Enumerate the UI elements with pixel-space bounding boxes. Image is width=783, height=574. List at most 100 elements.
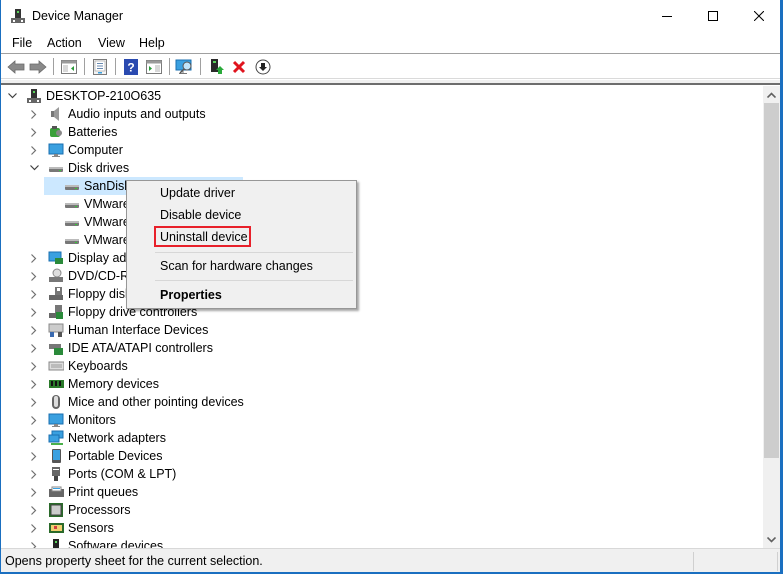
chevron-right-icon[interactable] [28, 141, 40, 159]
menu-file[interactable]: File [12, 36, 32, 50]
chevron-right-icon[interactable] [28, 303, 40, 321]
scroll-down-button[interactable] [763, 531, 780, 548]
chevron-right-icon[interactable] [28, 375, 40, 393]
disk-drive-icon [64, 232, 80, 248]
toolbar-separator [84, 58, 85, 75]
close-button[interactable] [736, 0, 782, 32]
tree-item-label: VMware [84, 215, 130, 229]
chevron-right-icon[interactable] [28, 411, 40, 429]
chevron-right-icon[interactable] [28, 465, 40, 483]
close-icon [754, 11, 764, 21]
chevron-right-icon[interactable] [28, 519, 40, 537]
tree-category[interactable]: Processors [28, 501, 131, 519]
disk-drive-icon [48, 160, 64, 176]
chevron-right-icon[interactable] [28, 267, 40, 285]
mouse-icon [48, 394, 64, 410]
chevron-right-icon[interactable] [28, 501, 40, 519]
context-menu-update-driver[interactable]: Update driver [160, 184, 235, 202]
tree-device[interactable]: VMware [44, 195, 130, 213]
disk-drive-icon [64, 214, 80, 230]
context-menu-disable-device[interactable]: Disable device [160, 206, 241, 224]
tree-category[interactable]: Print queues [28, 483, 138, 501]
back-button[interactable] [6, 57, 26, 77]
chevron-down-icon[interactable] [28, 159, 40, 177]
vertical-scrollbar[interactable] [763, 86, 780, 548]
toolbar-separator [200, 58, 201, 75]
chevron-right-icon[interactable] [28, 357, 40, 375]
tree-item-label: Print queues [68, 485, 139, 499]
tree-category[interactable]: Human Interface Devices [28, 321, 208, 339]
chevron-right-icon[interactable] [28, 447, 40, 465]
maximize-button[interactable] [690, 0, 736, 32]
forward-button[interactable] [28, 57, 48, 77]
status-bar: Opens property sheet for the current sel… [1, 548, 780, 572]
menu-action[interactable]: Action [47, 36, 82, 50]
disable-device-button[interactable] [253, 57, 273, 77]
software-device-icon [48, 538, 64, 548]
update-driver-button[interactable] [207, 57, 227, 77]
context-menu-scan-hardware[interactable]: Scan for hardware changes [160, 257, 313, 275]
show-hide-console-tree-button[interactable] [59, 57, 79, 77]
chevron-right-icon[interactable] [28, 123, 40, 141]
tree-item-label: Batteries [68, 125, 118, 139]
menu-view[interactable]: View [98, 36, 125, 50]
chevron-right-icon[interactable] [28, 393, 40, 411]
scan-hardware-changes-button[interactable] [175, 57, 195, 77]
chevron-right-icon[interactable] [28, 537, 40, 548]
scroll-up-button[interactable] [763, 86, 780, 103]
tree-item-label: Sensors [68, 521, 114, 535]
show-hide-action-pane-button[interactable] [144, 57, 164, 77]
tree-device[interactable]: VMware [44, 213, 130, 231]
tree-category[interactable]: Mice and other pointing devices [28, 393, 244, 411]
console-tree-icon [61, 60, 77, 74]
forward-arrow-icon [29, 60, 47, 74]
chevron-right-icon[interactable] [28, 321, 40, 339]
tree-category[interactable]: IDE ATA/ATAPI controllers [28, 339, 213, 357]
tree-category[interactable]: Memory devices [28, 375, 159, 393]
tree-item-label: Memory devices [68, 377, 159, 391]
context-menu-separator [155, 252, 353, 253]
context-menu-properties[interactable]: Properties [160, 286, 222, 304]
tree-root-computer[interactable]: DESKTOP-210O635 [6, 87, 161, 105]
printer-icon [48, 484, 64, 500]
chevron-right-icon[interactable] [28, 105, 40, 123]
menu-help[interactable]: Help [139, 36, 165, 50]
chevron-right-icon[interactable] [28, 429, 40, 447]
uninstall-x-icon [232, 60, 246, 74]
device-tree[interactable]: DESKTOP-210O635 Audio inputs and outputs B… [2, 86, 763, 548]
tree-category[interactable]: Monitors [28, 411, 116, 429]
toolbar-separator [53, 58, 54, 75]
tree-category[interactable]: Batteries [28, 123, 117, 141]
chevron-right-icon[interactable] [28, 339, 40, 357]
minimize-button[interactable] [644, 0, 690, 32]
help-icon: ? [124, 59, 138, 75]
tree-category[interactable]: Ports (COM & LPT) [28, 465, 176, 483]
portable-device-icon [48, 448, 64, 464]
tree-category[interactable]: Computer [28, 141, 123, 159]
context-menu-separator [155, 280, 353, 281]
tree-device[interactable]: VMware [44, 231, 130, 249]
context-menu: Update driver Disable device Uninstall d… [126, 180, 357, 309]
chevron-right-icon[interactable] [28, 483, 40, 501]
properties-button[interactable] [90, 57, 110, 77]
chevron-right-icon[interactable] [28, 249, 40, 267]
tree-category[interactable]: Disk drives [28, 159, 129, 177]
back-arrow-icon [7, 60, 25, 74]
svg-text:?: ? [127, 61, 134, 75]
help-button[interactable]: ? [121, 57, 141, 77]
pane-divider [1, 80, 780, 85]
chevron-down-icon[interactable] [6, 87, 18, 105]
tree-category[interactable]: Portable Devices [28, 447, 163, 465]
tree-category[interactable]: Network adapters [28, 429, 166, 447]
status-text: Opens property sheet for the current sel… [5, 554, 263, 568]
tree-category[interactable]: Keyboards [28, 357, 128, 375]
tree-category[interactable]: Sensors [28, 519, 114, 537]
tree-category[interactable]: Software devices [28, 537, 163, 548]
tree-item-label: Keyboards [68, 359, 128, 373]
uninstall-device-button[interactable] [229, 57, 249, 77]
tree-category[interactable]: Audio inputs and outputs [28, 105, 206, 123]
scrollbar-thumb[interactable] [764, 103, 779, 458]
disk-drive-icon [64, 178, 80, 194]
tree-item-label: Processors [68, 503, 131, 517]
chevron-right-icon[interactable] [28, 285, 40, 303]
